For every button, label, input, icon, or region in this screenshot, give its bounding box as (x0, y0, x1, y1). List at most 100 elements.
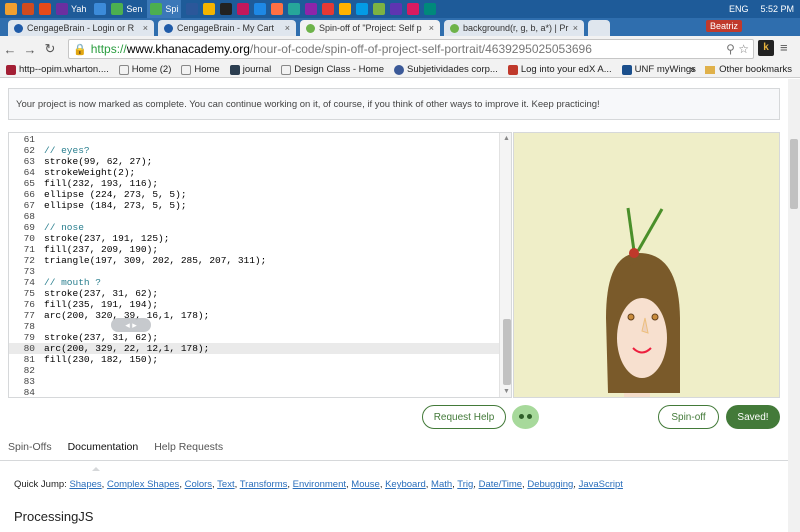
scroll-up-icon[interactable]: ▲ (503, 135, 510, 142)
address-bar[interactable]: 🔒 https://www.khanacademy.org/hour-of-co… (68, 39, 754, 59)
forward-icon[interactable]: → (20, 42, 40, 57)
code-line[interactable]: 70 stroke(237, 191, 125); (9, 233, 499, 244)
quick-jump-link[interactable]: Colors (185, 479, 212, 490)
close-icon[interactable]: × (425, 23, 434, 33)
browser-tab-cengage-cart[interactable]: CengageBrain - My Cart × (158, 20, 296, 36)
request-help-button[interactable]: Request Help (422, 405, 506, 429)
code-line[interactable]: 79 stroke(237, 31, 62); (9, 332, 499, 343)
app-icon[interactable] (390, 3, 403, 15)
close-icon[interactable]: × (139, 23, 148, 33)
tab-spin-offs[interactable]: Spin-Offs (8, 441, 52, 461)
browser-tab-background-docs[interactable]: background(r, g, b, a*) | Pr × (444, 20, 584, 36)
code-line[interactable]: 73 (9, 266, 499, 277)
acrobat-icon[interactable] (322, 3, 335, 15)
page-scrollbar[interactable] (788, 79, 800, 532)
khan-icon[interactable] (220, 3, 233, 15)
code-line[interactable]: 76 fill(235, 191, 194); (9, 299, 499, 310)
powerpoint-icon[interactable] (22, 3, 34, 15)
chrome-user-badge[interactable]: Beatriz (705, 20, 742, 32)
taskbar-item-spi[interactable]: Spi (147, 0, 182, 18)
quick-jump-link[interactable]: Mouse (351, 479, 380, 490)
code-line[interactable]: 84 (9, 387, 499, 397)
browser-tab-cengage-login[interactable]: CengageBrain - Login or R × (8, 20, 154, 36)
avatar[interactable] (512, 405, 539, 429)
app-icon[interactable] (237, 3, 250, 15)
code-line[interactable]: 68 (9, 211, 499, 222)
app-icon[interactable] (39, 3, 51, 15)
language-indicator[interactable]: ENG (729, 4, 749, 14)
quick-jump-link[interactable]: Trig (457, 479, 473, 490)
editor-scroll-thumb[interactable] (503, 319, 511, 385)
output-canvas[interactable] (513, 132, 780, 398)
code-line[interactable]: 62 // eyes? (9, 145, 499, 156)
tab-documentation[interactable]: Documentation (68, 441, 138, 471)
tab-help-requests[interactable]: Help Requests (154, 441, 223, 461)
firefox-icon[interactable] (271, 3, 284, 15)
bookmark-item[interactable]: Home (181, 64, 220, 75)
code-line[interactable]: 75 stroke(237, 31, 62); (9, 288, 499, 299)
page-scroll-thumb[interactable] (790, 139, 798, 209)
saved-button[interactable]: Saved! (726, 405, 780, 429)
quick-jump-link[interactable]: Debugging (527, 479, 573, 490)
bookmark-item[interactable]: Log into your edX A... (507, 64, 612, 75)
clock[interactable]: 5:52 PM (760, 4, 794, 14)
app-icon[interactable] (305, 3, 318, 15)
quick-jump-link[interactable]: Shapes (69, 479, 101, 490)
scroll-down-icon[interactable]: ▼ (503, 388, 510, 395)
search-icon[interactable]: ⚲ (726, 42, 735, 56)
taskbar-item-sen[interactable]: Sen (108, 0, 145, 18)
code-line[interactable]: 66 ellipse (224, 273, 5, 5); (9, 189, 499, 200)
quick-jump-link[interactable]: Math (431, 479, 452, 490)
code-line[interactable]: 63 stroke(99, 62, 27); (9, 156, 499, 167)
app-icon[interactable] (407, 3, 420, 15)
code-line[interactable]: 71 fill(237, 209, 190); (9, 244, 499, 255)
reload-icon[interactable]: ↻ (40, 41, 60, 57)
code-line[interactable]: 80 arc(200, 329, 22, 12,1, 178); (9, 343, 499, 354)
quick-jump-link[interactable]: Text (217, 479, 234, 490)
code-line[interactable]: 64 strokeWeight(2); (9, 167, 499, 178)
code-editor[interactable]: 61 62 // eyes? 63 stroke(99, 62, 27); 64 strok… (8, 132, 512, 398)
code-line[interactable]: 82 (9, 365, 499, 376)
quick-jump-link[interactable]: Keyboard (385, 479, 426, 490)
bookmark-item[interactable]: UNF myWings (621, 64, 696, 75)
ie-icon[interactable] (94, 3, 107, 15)
quick-jump-link[interactable]: Environment (293, 479, 346, 490)
app-icon[interactable] (424, 3, 437, 15)
code-line[interactable]: 78 (9, 321, 499, 332)
code-line[interactable]: 77 arc(200, 320, 39, 16,1, 178); (9, 310, 499, 321)
close-icon[interactable]: × (569, 23, 578, 33)
quick-jump-link[interactable]: JavaScript (579, 479, 623, 490)
khan-extension-button[interactable]: k (758, 40, 774, 56)
code-line[interactable]: 81 fill(230, 182, 150); (9, 354, 499, 365)
code-line[interactable]: 74 // mouth ? (9, 277, 499, 288)
code-line[interactable]: 83 (9, 376, 499, 387)
bookmark-item[interactable]: Subjetividades corp... (393, 64, 498, 75)
app-icon[interactable] (339, 3, 352, 15)
browser-tab-spinoff[interactable]: Spin-off of "Project: Self p × (300, 20, 440, 36)
app-icon[interactable] (373, 3, 386, 15)
quick-jump-link[interactable]: Date/Time (479, 479, 522, 490)
bookmark-item[interactable]: http--opim.wharton.... (6, 64, 109, 75)
spinoff-button[interactable]: Spin-off (658, 405, 719, 429)
close-icon[interactable]: × (281, 23, 290, 33)
new-tab-button[interactable] (588, 20, 610, 36)
number-scrubber[interactable]: ◂ ▸ (111, 318, 151, 332)
other-bookmarks[interactable]: Other bookmarks (719, 64, 792, 75)
word-icon[interactable] (186, 3, 199, 15)
bookmark-item[interactable]: journal (229, 64, 271, 75)
bookmarks-overflow-button[interactable]: » (690, 64, 695, 75)
quick-jump-link[interactable]: Complex Shapes (107, 479, 179, 490)
editor-scrollbar[interactable]: ▲ ▼ (499, 133, 511, 397)
chrome-menu-icon[interactable]: ≡ (780, 40, 788, 55)
taskbar-item-yahoo[interactable]: Yah (53, 0, 89, 18)
app-icon[interactable] (356, 3, 369, 15)
app-icon[interactable] (203, 3, 216, 15)
code-line[interactable]: 65 fill(232, 193, 116); (9, 178, 499, 189)
code-line[interactable]: 72 triangle(197, 309, 202, 285, 207, 311)… (9, 255, 499, 266)
back-icon[interactable]: ← (0, 42, 20, 57)
quick-jump-link[interactable]: Transforms (240, 479, 288, 490)
app-icon[interactable] (254, 3, 267, 15)
bookmark-item[interactable]: Home (2) (118, 64, 171, 75)
code-line[interactable]: 67 ellipse (184, 273, 5, 5); (9, 200, 499, 211)
code-line[interactable]: 69 // nose (9, 222, 499, 233)
